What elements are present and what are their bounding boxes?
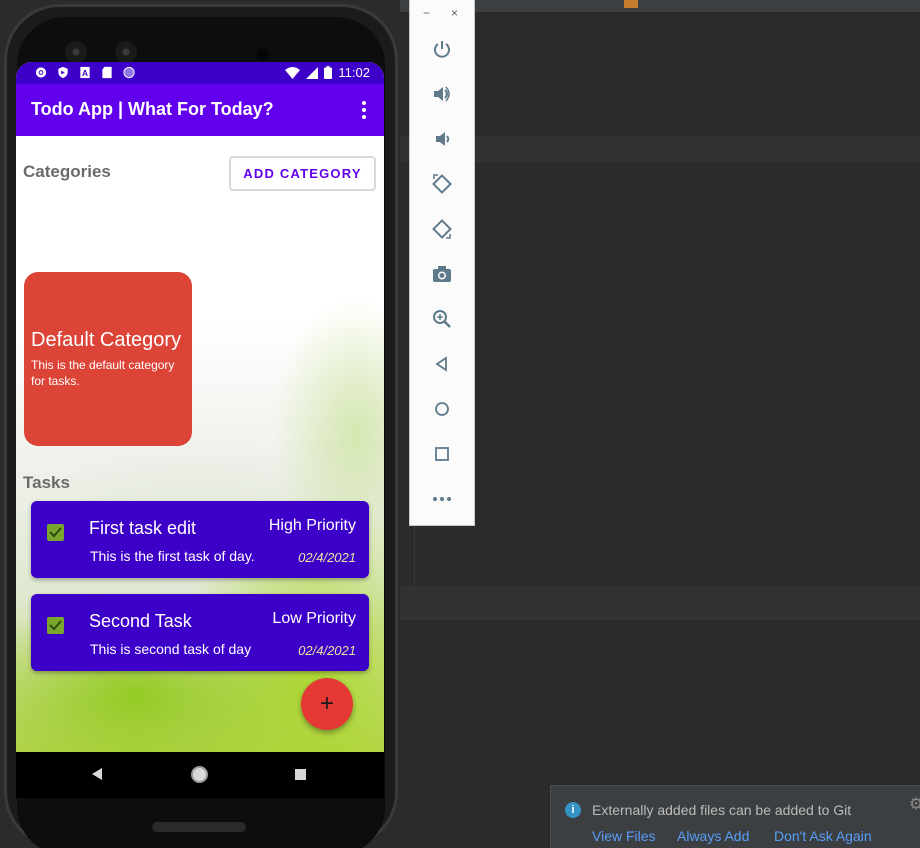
back-icon[interactable] [429, 351, 455, 377]
sd-card-icon [102, 66, 112, 79]
circle-icon [123, 66, 135, 79]
battery-icon [324, 66, 333, 79]
app-bar: Todo App | What For Today? [16, 84, 384, 136]
rotate-right-icon[interactable] [429, 216, 455, 242]
close-button[interactable]: × [451, 6, 458, 20]
task-card[interactable]: Second Task Low Priority This is second … [31, 594, 369, 671]
view-files-link[interactable]: View Files [592, 828, 656, 844]
more-vert-icon[interactable] [354, 96, 374, 124]
task-card[interactable]: First task edit High Priority This is th… [31, 501, 369, 578]
volume-up-icon[interactable] [429, 81, 455, 107]
git-notification: i Externally added files can be added to… [550, 785, 920, 848]
add-task-fab[interactable]: + [301, 678, 353, 730]
home-icon[interactable] [191, 766, 208, 783]
back-icon[interactable] [92, 768, 102, 780]
notification-message: Externally added files can be added to G… [592, 802, 852, 818]
main-content: Categories ADD CATEGORY Default Category… [16, 136, 384, 752]
gear-icon[interactable]: ⚙ [909, 794, 920, 814]
category-description: This is the default category for tasks. [31, 358, 175, 388]
task-date: 02/4/2021 [298, 643, 356, 658]
check-icon [49, 527, 62, 538]
ide-tab-strip [400, 0, 920, 12]
task-checkbox[interactable] [47, 524, 64, 541]
recents-icon[interactable] [295, 769, 306, 780]
rotate-left-icon[interactable] [429, 171, 455, 197]
status-time: 11:02 [338, 65, 370, 80]
task-title: First task edit [89, 518, 197, 538]
task-checkbox[interactable] [47, 617, 64, 634]
overview-icon[interactable] [429, 441, 455, 467]
category-card[interactable]: Default Category This is the default cat… [24, 272, 192, 446]
add-category-button[interactable]: ADD CATEGORY [229, 156, 376, 191]
emulator-toolbar: − × [409, 0, 475, 526]
minimize-button[interactable]: − [423, 6, 430, 20]
task-description: This is second task of day [90, 641, 252, 657]
dont-ask-again-link[interactable]: Don't Ask Again [774, 828, 872, 844]
bottom-speaker [152, 822, 246, 832]
categories-heading: Categories [23, 162, 111, 181]
category-name: Default Category [31, 329, 182, 351]
home-icon[interactable] [429, 396, 455, 422]
front-camera [65, 41, 87, 63]
volume-down-icon[interactable] [429, 126, 455, 152]
always-add-link[interactable]: Always Add [677, 828, 749, 844]
plus-icon: + [319, 690, 334, 717]
zoom-icon[interactable] [429, 306, 455, 332]
a-icon: A [80, 66, 90, 78]
ide-highlight-band [400, 136, 920, 162]
file-tab-icon [624, 0, 638, 8]
front-sensor [115, 41, 137, 63]
shield-icon [58, 66, 68, 79]
tasks-heading: Tasks [23, 473, 70, 492]
signal-icon [306, 66, 319, 79]
task-title: Second Task [89, 611, 192, 631]
wifi-icon [285, 66, 301, 79]
more-icon[interactable] [429, 486, 455, 512]
power-icon[interactable] [429, 36, 455, 62]
navigation-bar [16, 752, 384, 798]
svg-text:A: A [82, 68, 88, 78]
status-bar: A 11:02 [16, 62, 384, 84]
task-date: 02/4/2021 [298, 550, 356, 565]
info-icon: i [565, 802, 581, 818]
earpiece [257, 49, 269, 61]
check-icon [49, 620, 62, 631]
task-description: This is the first task of day. [90, 548, 255, 564]
app-title: Todo App | What For Today? [31, 99, 274, 119]
ide-highlight-band [400, 586, 920, 620]
task-priority: High Priority [268, 517, 356, 534]
phone-screen: A 11:02 Todo App | What For Today? Categ… [16, 62, 384, 798]
gear-icon [35, 67, 47, 78]
task-priority: Low Priority [272, 610, 356, 627]
camera-icon[interactable] [429, 261, 455, 287]
